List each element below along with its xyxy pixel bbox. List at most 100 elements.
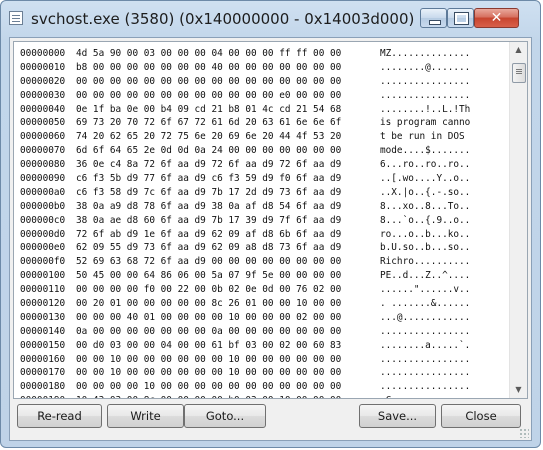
- row-ascii[interactable]: ro...o..b...ko..: [380, 228, 470, 242]
- row-hex-bytes[interactable]: 00 00 00 40 01 00 00 00 00 10 00 00 00 0…: [76, 311, 380, 325]
- title-bar[interactable]: svchost.exe (3580) (0x140000000 - 0x1400…: [1, 1, 540, 37]
- hex-row[interactable]: 00000140 0a 00 00 00 00 00 00 00 0a 00 00…: [20, 325, 470, 339]
- row-hex-bytes[interactable]: c6 f3 5b d9 77 6f aa d9 c6 f3 59 d9 f0 6…: [76, 172, 380, 186]
- row-offset: 00000160: [20, 353, 66, 365]
- row-hex-bytes[interactable]: 38 0a a9 d8 78 6f aa d9 38 0a af d8 54 6…: [76, 200, 380, 214]
- row-hex-bytes[interactable]: 62 09 55 d9 73 6f aa d9 62 09 a8 d8 73 6…: [76, 241, 380, 255]
- row-hex-bytes[interactable]: 00 00 00 00 00 00 00 00 00 00 00 00 00 0…: [76, 75, 380, 89]
- hex-row[interactable]: 00000090 c6 f3 5b d9 77 6f aa d9 c6 f3 59…: [20, 172, 470, 186]
- row-offset: 000000e0: [20, 242, 66, 254]
- row-hex-bytes[interactable]: 00 00 00 00 10 00 00 00 00 00 00 00 00 0…: [76, 380, 380, 394]
- row-ascii[interactable]: . .......&......: [380, 297, 470, 311]
- row-ascii[interactable]: ........a.....`.: [380, 339, 470, 353]
- row-hex-bytes[interactable]: 74 20 62 65 20 72 75 6e 20 69 6e 20 44 4…: [76, 130, 380, 144]
- goto-button[interactable]: Goto...: [184, 404, 266, 428]
- row-ascii[interactable]: 8...xo..8...To..: [380, 200, 470, 214]
- row-ascii[interactable]: ................: [380, 366, 470, 380]
- row-ascii[interactable]: MZ..............: [380, 47, 470, 61]
- row-hex-bytes[interactable]: 00 00 00 00 00 00 00 00 00 00 00 00 e0 0…: [76, 89, 380, 103]
- hex-row[interactable]: 00000080 36 0e c4 8a 72 6f aa d9 72 6f aa…: [20, 158, 470, 172]
- row-hex-bytes[interactable]: b8 00 00 00 00 00 00 00 40 00 00 00 00 0…: [76, 61, 380, 75]
- hex-row[interactable]: 00000030 00 00 00 00 00 00 00 00 00 00 00…: [20, 89, 470, 103]
- hex-row[interactable]: 00000120 00 20 01 00 00 00 00 00 8c 26 01…: [20, 297, 470, 311]
- reread-button[interactable]: Re-read: [17, 404, 102, 428]
- hex-row[interactable]: 00000180 00 00 00 00 10 00 00 00 00 00 00…: [20, 380, 470, 394]
- row-ascii[interactable]: ........!..L.!Th: [380, 103, 470, 117]
- hex-view[interactable]: 00000000 4d 5a 90 00 03 00 00 00 04 00 00…: [13, 41, 528, 399]
- hex-row[interactable]: 00000060 74 20 62 65 20 72 75 6e 20 69 6e…: [20, 130, 470, 144]
- row-ascii[interactable]: .C..............: [380, 394, 470, 398]
- hex-row[interactable]: 000000d0 72 6f ab d9 1e 6f aa d9 62 09 af…: [20, 228, 470, 242]
- row-ascii[interactable]: ................: [380, 353, 470, 367]
- row-hex-bytes[interactable]: 50 45 00 00 64 86 06 00 5a 07 9f 5e 00 0…: [76, 269, 380, 283]
- row-ascii[interactable]: ................: [380, 75, 470, 89]
- row-ascii[interactable]: ......"......v..: [380, 283, 470, 297]
- row-ascii[interactable]: b.U.so..b...so..: [380, 241, 470, 255]
- row-ascii[interactable]: 8...`o..{.9..o..: [380, 214, 470, 228]
- hex-row[interactable]: 00000020 00 00 00 00 00 00 00 00 00 00 00…: [20, 75, 470, 89]
- hex-row[interactable]: 00000130 00 00 00 40 01 00 00 00 00 10 00…: [20, 311, 470, 325]
- hex-row[interactable]: 000000c0 38 0a ae d8 60 6f aa d9 7b 17 39…: [20, 214, 470, 228]
- row-offset: 00000020: [20, 75, 66, 87]
- row-ascii[interactable]: ................: [380, 380, 470, 394]
- write-button[interactable]: Write: [107, 404, 184, 428]
- row-offset: 00000060: [20, 131, 66, 143]
- hex-row[interactable]: 000000a0 c6 f3 58 d9 7c 6f aa d9 7b 17 2d…: [20, 186, 470, 200]
- row-ascii[interactable]: 6...ro..ro..ro..: [380, 158, 470, 172]
- hex-row[interactable]: 00000100 50 45 00 00 64 86 06 00 5a 07 9f…: [20, 269, 470, 283]
- row-hex-bytes[interactable]: 00 d0 03 00 00 04 00 00 61 bf 03 00 02 0…: [76, 339, 380, 353]
- hex-row[interactable]: 00000110 00 00 00 00 f0 00 22 00 0b 02 0e…: [20, 283, 470, 297]
- row-hex-bytes[interactable]: 38 0a ae d8 60 6f aa d9 7b 17 39 d9 7f 6…: [76, 214, 380, 228]
- row-ascii[interactable]: ..[.wo....Y..o..: [380, 172, 470, 186]
- hex-row[interactable]: 00000040 0e 1f ba 0e 00 b4 09 cd 21 b8 01…: [20, 103, 470, 117]
- row-hex-bytes[interactable]: 00 20 01 00 00 00 00 00 8c 26 01 00 00 1…: [76, 297, 380, 311]
- row-ascii[interactable]: ..X.|o..{.-.so..: [380, 186, 470, 200]
- row-ascii[interactable]: t be run in DOS: [380, 130, 470, 144]
- save-button[interactable]: Save...: [359, 404, 436, 428]
- vertical-scrollbar[interactable]: ▲ ▼: [509, 42, 527, 398]
- row-hex-bytes[interactable]: c6 f3 58 d9 7c 6f aa d9 7b 17 2d d9 73 6…: [76, 186, 380, 200]
- row-hex-bytes[interactable]: 00 00 00 00 f0 00 22 00 0b 02 0e 0d 00 7…: [76, 283, 380, 297]
- maximize-button[interactable]: [447, 8, 474, 28]
- row-ascii[interactable]: ................: [380, 89, 470, 103]
- row-hex-bytes[interactable]: 69 73 20 70 72 6f 67 72 61 6d 20 63 61 6…: [76, 116, 380, 130]
- close-button[interactable]: Close: [441, 404, 521, 428]
- scroll-thumb[interactable]: [512, 63, 526, 83]
- row-ascii[interactable]: PE..d...Z..^....: [380, 269, 470, 283]
- hex-row[interactable]: 00000160 00 00 10 00 00 00 00 00 00 10 00…: [20, 353, 470, 367]
- row-ascii[interactable]: ................: [380, 325, 470, 339]
- hex-row[interactable]: 00000150 00 d0 03 00 00 04 00 00 61 bf 03…: [20, 339, 470, 353]
- row-hex-bytes[interactable]: 6d 6f 64 65 2e 0d 0d 0a 24 00 00 00 00 0…: [76, 144, 380, 158]
- row-ascii[interactable]: is program canno: [380, 116, 470, 130]
- row-hex-bytes[interactable]: 72 6f ab d9 1e 6f aa d9 62 09 af d8 6b 6…: [76, 228, 380, 242]
- scroll-down-arrow-icon[interactable]: ▼: [510, 382, 527, 398]
- row-hex-bytes[interactable]: 10 43 03 00 8c 00 00 00 00 b0 03 00 10 0…: [76, 394, 380, 398]
- row-offset: 000000a0: [20, 186, 66, 198]
- row-hex-bytes[interactable]: 4d 5a 90 00 03 00 00 00 04 00 00 00 ff f…: [76, 47, 380, 61]
- hex-row[interactable]: 000000e0 62 09 55 d9 73 6f aa d9 62 09 a8…: [20, 241, 470, 255]
- hex-row[interactable]: 0000019010 43 03 00 8c 00 00 00 00 b0 03…: [20, 394, 470, 398]
- row-hex-bytes[interactable]: 00 00 10 00 00 00 00 00 00 10 00 00 00 0…: [76, 353, 380, 367]
- minimize-button[interactable]: [420, 8, 447, 28]
- hex-row[interactable]: 000000b0 38 0a a9 d8 78 6f aa d9 38 0a af…: [20, 200, 470, 214]
- hex-row[interactable]: 00000070 6d 6f 64 65 2e 0d 0d 0a 24 00 00…: [20, 144, 470, 158]
- resize-grip-icon[interactable]: [519, 428, 529, 438]
- close-window-button[interactable]: ✕: [474, 8, 519, 28]
- row-ascii[interactable]: ...@............: [380, 311, 470, 325]
- hex-row[interactable]: 00000050 69 73 20 70 72 6f 67 72 61 6d 20…: [20, 116, 470, 130]
- row-ascii[interactable]: Richro..........: [380, 255, 470, 269]
- row-ascii[interactable]: ........@.......: [380, 61, 470, 75]
- row-offset: 00000040: [20, 103, 66, 115]
- hex-row[interactable]: 000000f0 52 69 63 68 72 6f aa d9 00 00 00…: [20, 255, 470, 269]
- row-hex-bytes[interactable]: 36 0e c4 8a 72 6f aa d9 72 6f aa d9 72 6…: [76, 158, 380, 172]
- row-hex-bytes[interactable]: 0a 00 00 00 00 00 00 00 0a 00 00 00 00 0…: [76, 325, 380, 339]
- window-icon[interactable]: [9, 11, 23, 25]
- row-hex-bytes[interactable]: 52 69 63 68 72 6f aa d9 00 00 00 00 00 0…: [76, 255, 380, 269]
- row-ascii[interactable]: mode....$.......: [380, 144, 470, 158]
- row-hex-bytes[interactable]: 00 00 10 00 00 00 00 00 00 10 00 00 00 0…: [76, 366, 380, 380]
- hex-row[interactable]: 00000170 00 00 10 00 00 00 00 00 00 10 00…: [20, 366, 470, 380]
- scroll-up-arrow-icon[interactable]: ▲: [510, 42, 527, 58]
- hex-row[interactable]: 00000000 4d 5a 90 00 03 00 00 00 04 00 00…: [20, 47, 470, 61]
- hex-row[interactable]: 00000010 b8 00 00 00 00 00 00 00 40 00 00…: [20, 61, 470, 75]
- row-hex-bytes[interactable]: 0e 1f ba 0e 00 b4 09 cd 21 b8 01 4c cd 2…: [76, 103, 380, 117]
